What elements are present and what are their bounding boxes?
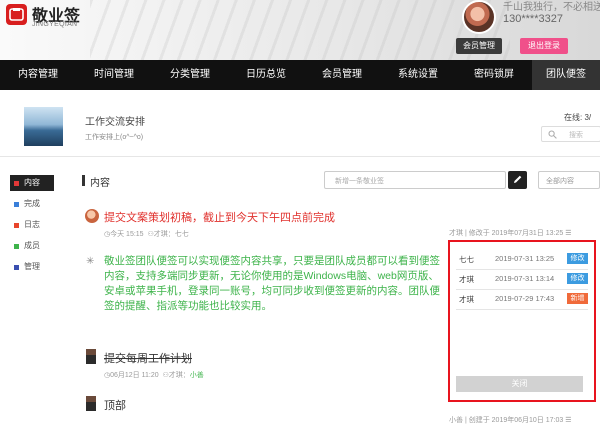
history-user: 才琪: [459, 295, 474, 304]
header-decoration: [90, 0, 510, 60]
app-subtitle: JINGYEQIAN: [32, 21, 78, 28]
user-tagline: 千山我独行，不必相送: [503, 2, 600, 13]
pencil-icon: [514, 175, 522, 183]
app-header: 敬业签 JINGYEQIAN 千山我独行，不必相送 130****3327 会员…: [0, 0, 600, 60]
note-author: 才琪：七七: [153, 231, 189, 238]
sidebar-item-label: 内容: [24, 178, 40, 187]
new-note-input[interactable]: 新增一条敬业签: [324, 171, 506, 189]
note-created: 小善 | 创建于 2019年06月10日 17:03 ☰: [449, 417, 572, 424]
app-logo-icon[interactable]: [6, 4, 27, 25]
sidebar-dot-icon: [14, 223, 19, 228]
note-modified-time: 修改于 2019年07月31日 13:25: [468, 230, 564, 237]
history-row: 才琪 2019-07-31 13:14 修改: [456, 272, 588, 290]
sidebar-item-members[interactable]: 成员: [10, 238, 54, 254]
edit-button[interactable]: [508, 171, 527, 189]
history-tag-badge: 新增: [567, 293, 588, 304]
note-author-avatar: [85, 209, 99, 223]
menu-icon[interactable]: ☰: [565, 417, 571, 424]
history-tag-badge: 修改: [567, 253, 588, 264]
history-time: 2019-07-29 17:43: [495, 294, 555, 303]
search-icon: [548, 130, 557, 139]
divider: [456, 309, 588, 310]
main-nav: 内容管理 时间管理 分类管理 日历总览 会员管理 系统设置 密码锁屏 团队便签: [0, 60, 600, 90]
note-title[interactable]: 提交每周工作计划: [104, 350, 192, 366]
team-search-input[interactable]: 搜索: [541, 126, 600, 142]
sidebar-item-content[interactable]: 内容: [10, 175, 54, 191]
note-modifier: 才琪: [449, 230, 463, 237]
team-description: 工作安排上(o^~^o): [85, 134, 144, 141]
team-cover-image: [24, 107, 63, 146]
note-meta: ◷今天 15:15 ⚇才琪：七七: [104, 229, 189, 239]
note-modified: 才琪 | 修改于 2019年07月31日 13:25 ☰: [449, 230, 572, 237]
online-count: 在线: 3/: [564, 113, 592, 122]
history-user: 才琪: [459, 275, 474, 284]
note-created-time: 创建于 2019年06月10日 17:03: [468, 417, 564, 424]
note-title[interactable]: 顶部: [104, 397, 126, 413]
content-title: 内容: [90, 178, 110, 189]
user-phone: 130****3327: [503, 13, 563, 25]
sidebar-item-label: 成员: [24, 241, 40, 250]
nav-calendar[interactable]: 日历总览: [228, 60, 304, 90]
filter-value: 全部内容: [546, 178, 574, 185]
pin-icon: ✳: [86, 256, 95, 267]
note-meta: ◷06月12日 11:20 ⚇才琪：小善: [104, 370, 204, 380]
history-user: 七七: [459, 255, 474, 264]
sidebar-dot-icon: [14, 181, 19, 186]
divider: [0, 156, 600, 157]
user-avatar[interactable]: [462, 0, 496, 34]
nav-category[interactable]: 分类管理: [152, 60, 228, 90]
divider: [456, 289, 588, 290]
note-title[interactable]: 提交文案策划初稿，截止到今天下午四点前完成: [104, 209, 335, 225]
note-time: 06月12日 11:20: [110, 372, 159, 379]
nav-lock[interactable]: 密码锁屏: [456, 60, 532, 90]
sidebar-item-manage[interactable]: 管理: [10, 259, 54, 275]
divider: [456, 269, 588, 270]
nav-member[interactable]: 会员管理: [304, 60, 380, 90]
note-creator: 小善: [449, 417, 463, 424]
note-author-avatar: [86, 349, 96, 364]
content-filter-select[interactable]: 全部内容: [538, 171, 600, 189]
note-author-avatar: [86, 396, 96, 411]
sidebar-item-label: 完成: [24, 199, 40, 208]
sidebar-dot-icon: [14, 244, 19, 249]
note-author: 才琪：: [168, 372, 190, 379]
sidebar-item-log[interactable]: 日志: [10, 217, 54, 233]
close-button[interactable]: 关闭: [456, 376, 583, 392]
history-time: 2019-07-31 13:14: [495, 274, 555, 283]
sidebar-dot-icon: [14, 265, 19, 270]
sidebar-item-label: 管理: [24, 262, 40, 271]
logout-button[interactable]: 退出登录: [520, 38, 568, 54]
new-note-placeholder: 新增一条敬业签: [335, 178, 384, 185]
sidebar-item-done[interactable]: 完成: [10, 196, 54, 212]
sidebar-dot-icon: [14, 202, 19, 207]
team-name: 工作交流安排: [85, 117, 145, 128]
search-placeholder: 搜索: [569, 132, 583, 139]
nav-time[interactable]: 时间管理: [76, 60, 152, 90]
menu-icon[interactable]: ☰: [565, 230, 571, 237]
history-tag-badge: 修改: [567, 273, 588, 284]
section-marker: [82, 175, 85, 186]
note-body[interactable]: 敬业签团队便签可以实现便签内容共享，只要是团队成员都可以看到便签内容，支持多端同…: [104, 254, 449, 318]
history-row: 七七 2019-07-31 13:25 修改: [456, 252, 588, 270]
edit-history-popup: 七七 2019-07-31 13:25 修改 才琪 2019-07-31 13:…: [448, 240, 596, 402]
note-time: 今天 15:15: [110, 231, 144, 238]
nav-settings[interactable]: 系统设置: [380, 60, 456, 90]
sidebar-item-label: 日志: [24, 220, 40, 229]
history-row: 才琪 2019-07-29 17:43 新增: [456, 292, 588, 310]
note-assignee: 小善: [189, 372, 204, 379]
nav-team-notes[interactable]: 团队便签: [532, 60, 600, 90]
nav-content[interactable]: 内容管理: [0, 60, 76, 90]
member-management-button[interactable]: 会员管理: [456, 38, 502, 54]
history-time: 2019-07-31 13:25: [495, 254, 555, 263]
